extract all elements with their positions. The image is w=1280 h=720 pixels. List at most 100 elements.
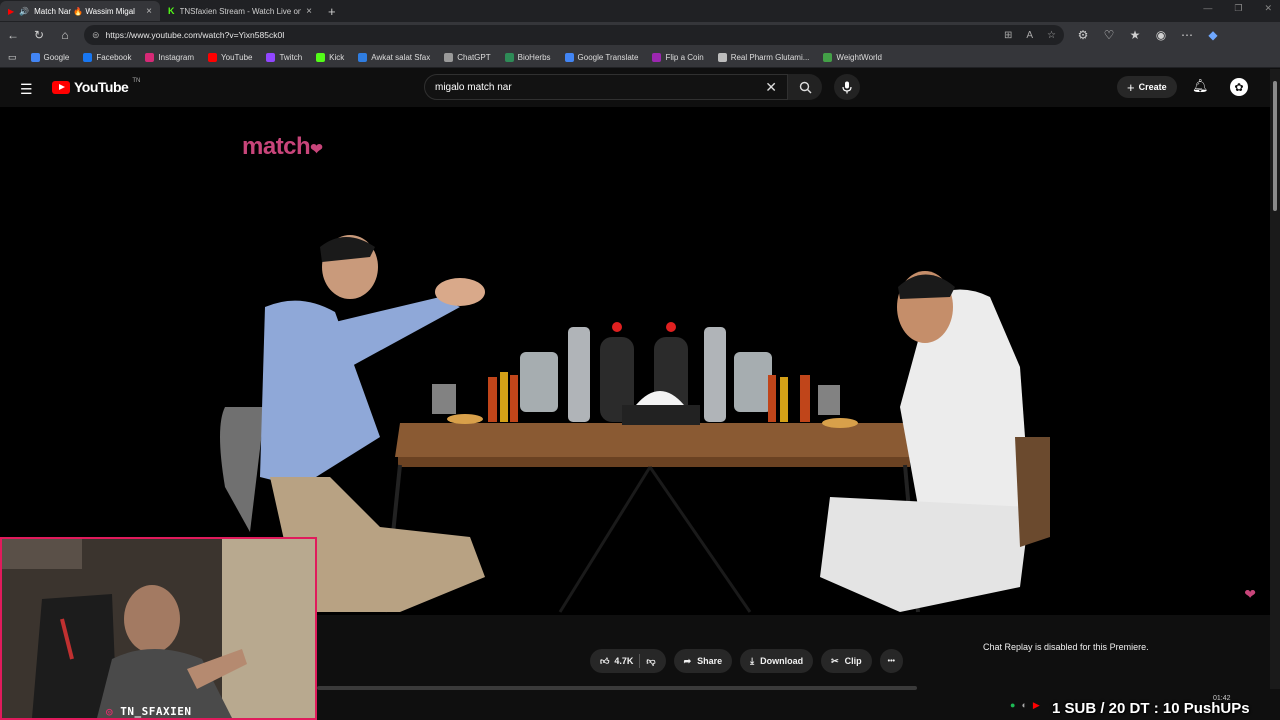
bookmark-label: Facebook [96,53,132,62]
bookmark-label: Twitch [279,53,303,62]
browser-essentials-icon[interactable]: ♡ [1102,28,1116,42]
bookmark-label: Awkat salat Sfax [371,53,431,62]
clip-label: Clip [844,656,862,666]
search-query: migalo match nar [435,81,512,93]
thumbs-up-icon: 👍︎ [600,655,610,666]
bookmark-label: ChatGPT [457,53,491,62]
favorite-star-icon[interactable]: ☆ [1047,30,1056,41]
bookmark-favicon-icon [564,53,574,62]
close-tab-icon[interactable]: × [306,6,312,17]
bookmark-label: BioHerbs [517,53,551,62]
bookmark-item[interactable]: Kick [316,53,344,62]
tab-title: Match Nar 🔥 Wassim Migal [34,6,135,16]
subscriber-goal-overlay: 1 SUB / 20 DT : 10 PushUPs [1052,700,1250,717]
youtube-tray-icon[interactable]: ▶ [1033,700,1040,711]
read-aloud-icon[interactable]: A [1026,30,1033,41]
hamburger-menu-icon[interactable]: ☰ [20,81,33,98]
bookmark-favicon-icon [444,53,454,62]
home-icon[interactable]: ⌂ [58,28,72,42]
tab-kick[interactable]: K TNSfaxien Stream - Watch Live on × [160,1,320,21]
like-count: 4.7K [614,656,634,666]
speaker-icon[interactable]: 🔊 [19,7,29,16]
share-button[interactable]: ➦ Share [673,649,733,673]
bookmark-item[interactable]: Flip a Coin [652,53,704,62]
close-tab-icon[interactable]: × [146,6,152,17]
tab-title: TNSfaxien Stream - Watch Live on [179,6,302,16]
bookmark-item[interactable]: YouTube [208,53,252,62]
copilot-icon[interactable]: ◆ [1206,28,1220,42]
minimize-icon[interactable]: — [1203,3,1212,14]
profile-icon[interactable]: ◉ [1154,28,1168,42]
voice-search-button[interactable] [834,74,860,100]
country-code: TN [132,78,141,84]
like-dislike-group: 👍︎ 4.7K 👎︎ [590,649,666,673]
download-button[interactable]: ⤓ Download [740,649,814,673]
youtube-wordmark: YouTube [74,79,129,95]
bookmark-label: Google [43,53,70,62]
account-avatar[interactable]: ✿ [1230,78,1248,96]
app-available-icon[interactable]: ⊞ [1004,30,1012,41]
reload-icon[interactable]: ↻ [32,28,46,42]
bookmark-label: Instagram [158,53,195,62]
tab-actions-icon[interactable]: ▭ [8,52,17,63]
window-controls: — ❐ ✕ [1203,3,1272,14]
download-icon: ⤓ [750,655,755,666]
back-icon[interactable]: ← [6,28,20,42]
tray-app-icon[interactable]: ◐ [1021,700,1026,711]
notifications-bell-icon[interactable]: 🔔︎ [1192,78,1209,94]
favorites-icon[interactable]: ★ [1128,28,1142,42]
channel-watermark-icon[interactable]: ❤ [1244,586,1256,603]
search-button[interactable] [788,74,822,100]
close-window-icon[interactable]: ✕ [1264,3,1272,14]
more-actions-button[interactable]: ••• [879,649,904,673]
clear-search-icon[interactable]: ✕ [765,79,777,96]
maximize-icon[interactable]: ❐ [1234,3,1242,14]
search-input[interactable]: migalo match nar ✕ [424,74,788,100]
kick-favicon-icon: K [168,6,175,16]
site-info-icon[interactable]: ⊜ [92,30,100,41]
bookmark-item[interactable]: Google [30,53,70,62]
bookmark-item[interactable]: Google Translate [564,53,639,62]
bookmark-item[interactable]: WeightWorld [823,53,882,62]
youtube-logo[interactable]: YouTube TN [52,78,141,95]
bookmark-item[interactable]: BioHerbs [504,53,551,62]
menu-dots-icon[interactable]: ⋯ [1180,28,1194,42]
youtube-favicon-icon: ▶ [8,6,15,16]
bookmark-item[interactable]: Facebook [83,53,131,62]
bookmark-label: Kick [329,53,345,62]
url-text: https://www.youtube.com/watch?v=Yixn585c… [105,30,285,40]
dislike-button[interactable]: 👎︎ [646,656,655,667]
bookmark-favicon-icon [823,53,833,62]
share-icon: ➦ [683,655,692,666]
microphone-icon [842,81,852,93]
webcam-feed [2,539,315,718]
new-tab-button[interactable]: + [320,4,344,19]
bookmark-item[interactable]: ChatGPT [444,53,491,62]
match-wordmark: match [242,133,311,160]
clip-button[interactable]: ✂ Clip [821,649,872,673]
streamer-webcam-overlay: ◎ TN_SFAXIEN [0,537,317,720]
create-button[interactable]: + Create [1117,76,1177,98]
system-tray: ● ◐ ▶ [1010,700,1040,711]
bookmarks-bar: ▭ Google Facebook Instagram YouTube Twitch Ki… [0,48,1280,68]
bookmark-item[interactable]: Instagram [145,53,194,62]
like-button[interactable]: 👍︎ 4.7K [600,656,633,667]
extensions-icon[interactable]: ⚙ [1076,28,1090,42]
more-dots-icon: ••• [887,657,896,665]
bookmark-item[interactable]: Real Pharm Glutami... [717,53,809,62]
instagram-icon: ◎ [106,705,114,718]
bookmark-item[interactable]: Awkat salat Sfax [358,53,430,62]
page-scrollbar[interactable] [1270,69,1280,689]
scissors-icon: ✂ [831,655,839,666]
plus-icon: + [1127,79,1135,95]
address-bar[interactable]: ⊜ https://www.youtube.com/watch?v=Yixn58… [84,25,1064,45]
bookmark-label: Google Translate [577,53,639,62]
thumbs-down-icon: 👎︎ [646,655,656,666]
bookmark-item[interactable]: Twitch [266,53,302,62]
spotify-icon[interactable]: ● [1010,700,1015,711]
bookmark-favicon-icon [30,53,40,62]
tab-youtube[interactable]: ▶ 🔊 Match Nar 🔥 Wassim Migal × [0,1,160,21]
scrollbar-thumb[interactable] [1273,81,1277,211]
handle-text: TN_SFAXIEN [120,705,192,718]
search-icon [799,81,811,93]
